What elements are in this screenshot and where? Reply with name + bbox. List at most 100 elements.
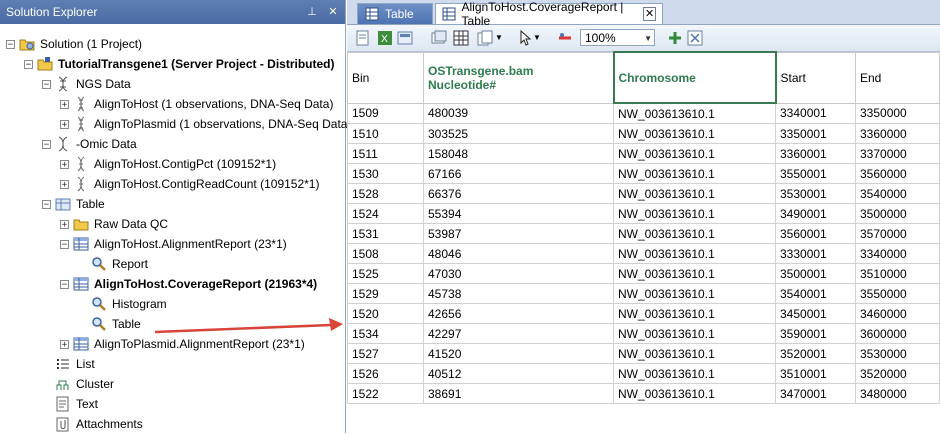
grid-icon[interactable]: [453, 30, 469, 46]
table-cell[interactable]: 303525: [423, 123, 614, 144]
table-cell[interactable]: NW_003613610.1: [613, 183, 776, 204]
table-cell[interactable]: NW_003613610.1: [613, 363, 776, 384]
tree-item-ngs-data[interactable]: − NGS Data: [42, 74, 131, 94]
tree-item-list[interactable]: List: [42, 354, 95, 374]
table-row[interactable]: 1525 47030 NW_003613610.1 3500001 3510000: [347, 263, 940, 284]
tree-item-table[interactable]: − Table: [42, 194, 105, 214]
table-cell[interactable]: 158048: [423, 143, 614, 164]
table-cell[interactable]: NW_003613610.1: [613, 323, 776, 344]
tree-item-histogram[interactable]: Histogram: [78, 294, 167, 314]
table-cell[interactable]: 3480000: [855, 383, 940, 404]
table-cell[interactable]: 480039: [423, 102, 614, 124]
table-cell[interactable]: 3530001: [775, 183, 856, 204]
table-cell[interactable]: 40512: [423, 363, 614, 384]
table-row[interactable]: 1510 303525 NW_003613610.1 3350001 3360000: [347, 123, 940, 144]
table-cell[interactable]: 3370000: [855, 143, 940, 164]
table-row[interactable]: 1524 55394 NW_003613610.1 3490001 3500000: [347, 203, 940, 224]
table-cell[interactable]: 48046: [423, 243, 614, 264]
fit-icon[interactable]: [687, 30, 703, 46]
table-cell[interactable]: 3340001: [775, 102, 856, 124]
table-cell[interactable]: 1534: [347, 323, 424, 344]
table-cell[interactable]: NW_003613610.1: [613, 283, 776, 304]
pin-icon[interactable]: ⊥: [304, 4, 320, 20]
table-cell[interactable]: 3450001: [775, 303, 856, 324]
table-cell[interactable]: 3540001: [775, 283, 856, 304]
collapse-icon[interactable]: −: [42, 199, 51, 209]
view-icon[interactable]: [431, 30, 447, 46]
table-row[interactable]: 1534 42297 NW_003613610.1 3590001 3600000: [347, 323, 940, 344]
export-icon[interactable]: [355, 30, 371, 46]
table-cell[interactable]: 1520: [347, 303, 424, 324]
table-cell[interactable]: NW_003613610.1: [613, 203, 776, 224]
table-cell[interactable]: 38691: [423, 383, 614, 404]
expand-icon[interactable]: +: [60, 119, 69, 129]
table-cell[interactable]: 3520000: [855, 363, 940, 384]
expand-icon[interactable]: +: [60, 159, 69, 169]
collapse-icon[interactable]: −: [60, 239, 69, 249]
tab-coverage-report-table[interactable]: AlignToHost.CoverageReport | Table ✕: [435, 0, 663, 28]
table-cell[interactable]: NW_003613610.1: [613, 303, 776, 324]
tree-item-text[interactable]: Text: [42, 394, 98, 414]
tree-item-cluster[interactable]: Cluster: [42, 374, 114, 394]
table-row[interactable]: 1522 38691 NW_003613610.1 3470001 3480000: [347, 383, 940, 404]
table-cell[interactable]: 42297: [423, 323, 614, 344]
zoom-select[interactable]: 100% ▼: [580, 29, 655, 46]
table-cell[interactable]: 1511: [347, 143, 424, 164]
expand-icon[interactable]: +: [60, 339, 69, 349]
table-row[interactable]: 1511 158048 NW_003613610.1 3360001 3370000: [347, 143, 940, 164]
table-cell[interactable]: 3570000: [855, 223, 940, 244]
table-cell[interactable]: 3510000: [855, 263, 940, 284]
table-cell[interactable]: 3360001: [775, 143, 856, 164]
table-cell[interactable]: 3600000: [855, 323, 940, 344]
table-cell[interactable]: 1526: [347, 363, 424, 384]
zoom-in-icon[interactable]: [667, 30, 683, 46]
table-cell[interactable]: 1510: [347, 123, 424, 144]
table-cell[interactable]: NW_003613610.1: [613, 163, 776, 184]
table-cell[interactable]: 1529: [347, 283, 424, 304]
copy-icon[interactable]: [477, 30, 493, 46]
table-row[interactable]: 1527 41520 NW_003613610.1 3520001 3530000: [347, 343, 940, 364]
column-header-4[interactable]: End: [855, 51, 940, 104]
tree-item-report[interactable]: Report: [78, 254, 148, 274]
pointer-icon[interactable]: [517, 30, 533, 46]
table-cell[interactable]: 3520001: [775, 343, 856, 364]
column-header-0[interactable]: Bin: [347, 51, 424, 104]
table-cell[interactable]: 3350001: [775, 123, 856, 144]
tree-item-attachments[interactable]: Attachments: [42, 414, 143, 434]
pointer-dropdown-icon[interactable]: ▼: [533, 30, 549, 46]
column-header-3[interactable]: Start: [775, 51, 856, 104]
table-cell[interactable]: 3590001: [775, 323, 856, 344]
table-cell[interactable]: 53987: [423, 223, 614, 244]
collapse-icon[interactable]: −: [24, 59, 33, 69]
collapse-icon[interactable]: −: [42, 139, 51, 149]
table-cell[interactable]: 55394: [423, 203, 614, 224]
table-cell[interactable]: 45738: [423, 283, 614, 304]
table-row[interactable]: 1528 66376 NW_003613610.1 3530001 3540000: [347, 183, 940, 204]
table-cell[interactable]: 66376: [423, 183, 614, 204]
tree-item-alignmentreport[interactable]: − AlignToHost.AlignmentReport (23*1): [60, 234, 287, 254]
table-cell[interactable]: 3530000: [855, 343, 940, 364]
table-cell[interactable]: 67166: [423, 163, 614, 184]
collapse-icon[interactable]: −: [6, 39, 15, 49]
table-cell[interactable]: 3500000: [855, 203, 940, 224]
table-cell[interactable]: NW_003613610.1: [613, 383, 776, 404]
table-cell[interactable]: 1527: [347, 343, 424, 364]
tree-item-coveragereport[interactable]: − AlignToHost.CoverageReport (21963*4): [60, 274, 317, 294]
zoom-out-icon[interactable]: [557, 30, 573, 46]
tab-table[interactable]: Table: [357, 3, 433, 24]
table-cell[interactable]: 42656: [423, 303, 614, 324]
table-cell[interactable]: 3350000: [855, 102, 940, 124]
column-header-2[interactable]: Chromosome: [612, 51, 777, 104]
collapse-icon[interactable]: −: [42, 79, 51, 89]
tree-item-rawdataqc[interactable]: + Raw Data QC: [60, 214, 168, 234]
table-cell[interactable]: 41520: [423, 343, 614, 364]
collapse-icon[interactable]: −: [60, 279, 69, 289]
expand-icon[interactable]: +: [60, 99, 69, 109]
table-cell[interactable]: 3360000: [855, 123, 940, 144]
table-cell[interactable]: 3560001: [775, 223, 856, 244]
table-row[interactable]: 1531 53987 NW_003613610.1 3560001 3570000: [347, 223, 940, 244]
excel-export-icon[interactable]: X: [377, 30, 393, 46]
copy-dropdown-icon[interactable]: ▼: [495, 30, 511, 46]
expand-icon[interactable]: +: [60, 179, 69, 189]
table-cell[interactable]: 1531: [347, 223, 424, 244]
